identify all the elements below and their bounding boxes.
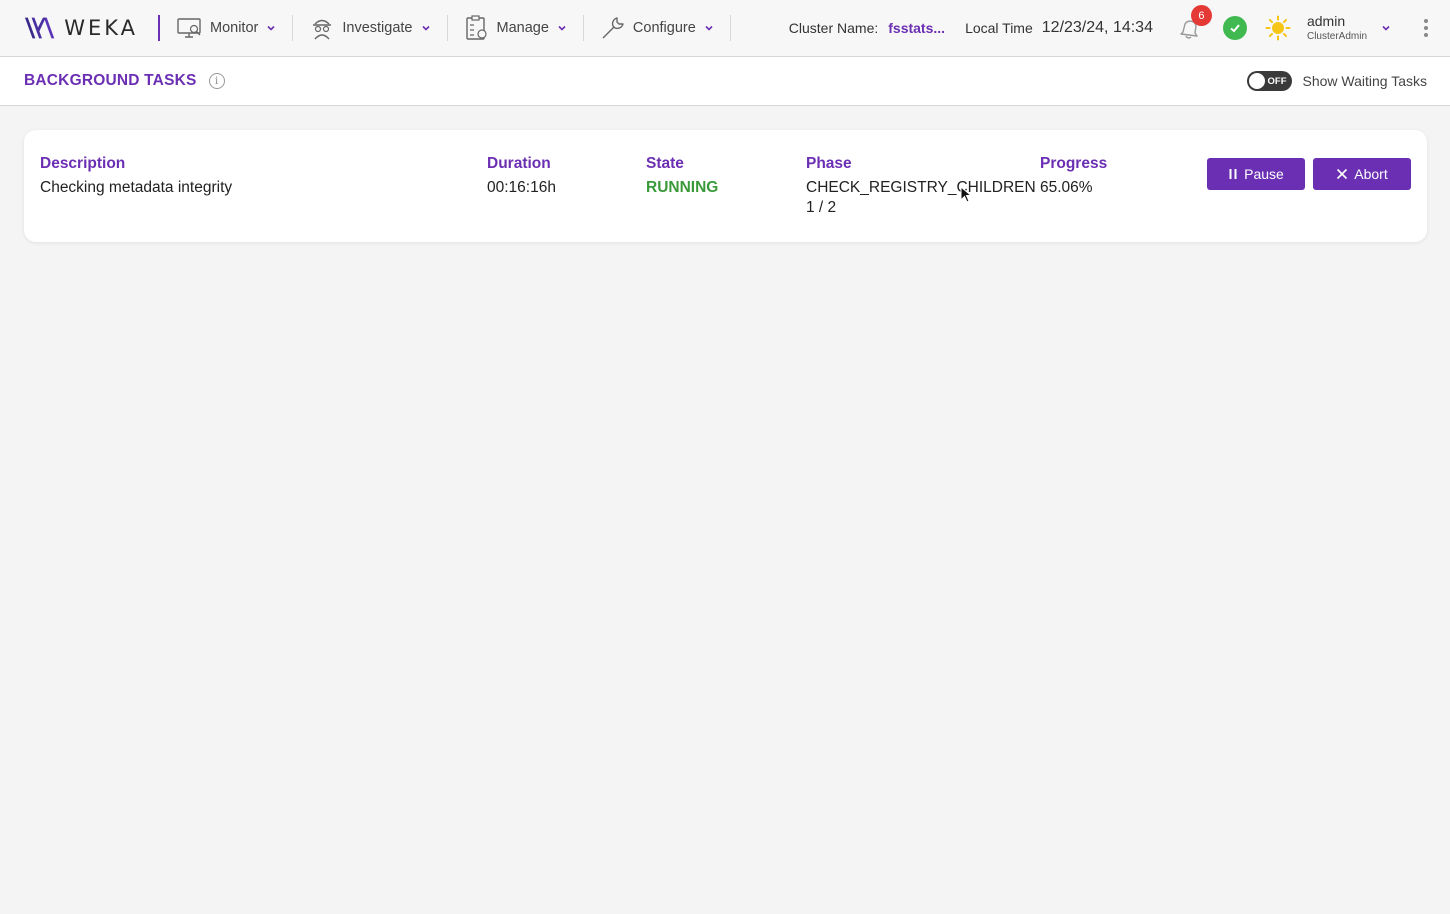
- task-duration: 00:16:16h: [487, 179, 556, 196]
- logo-text: WEKA: [64, 16, 138, 40]
- progress-column: Progress 65.06%: [1040, 155, 1107, 198]
- close-icon: [1336, 168, 1348, 180]
- abort-label: Abort: [1354, 166, 1388, 182]
- notifications-button[interactable]: 6: [1176, 5, 1212, 41]
- user-role: ClusterAdmin: [1306, 31, 1368, 43]
- toggle-state: OFF: [1267, 75, 1287, 87]
- local-time: Local Time 12/23/24, 14:34: [965, 19, 1153, 37]
- notification-badge: 6: [1190, 5, 1212, 26]
- task-progress: 65.06%: [1040, 179, 1093, 196]
- task-state: RUNNING: [646, 179, 719, 196]
- page-title: BACKGROUND TASKS: [24, 72, 197, 89]
- pause-button[interactable]: Pause: [1207, 158, 1305, 190]
- abort-button[interactable]: Abort: [1313, 158, 1411, 190]
- mouse-cursor-icon: [960, 186, 972, 203]
- description-column: Description Checking metadata integrity: [40, 155, 232, 198]
- info-icon[interactable]: i: [208, 73, 225, 89]
- nav-monitor-label: Monitor: [210, 20, 259, 36]
- wrench-icon: [600, 15, 626, 41]
- description-header: Description: [40, 155, 126, 172]
- cluster-label: Cluster Name:: [788, 20, 879, 36]
- duration-column: Duration 00:16:16h: [487, 155, 556, 198]
- task-card: Description Checking metadata integrity …: [24, 130, 1427, 242]
- nav-monitor[interactable]: Monitor: [161, 0, 292, 56]
- waiting-tasks-toggle-group: OFF Show Waiting Tasks: [1246, 71, 1428, 91]
- cluster-name[interactable]: fsstats...: [888, 20, 945, 36]
- monitor-icon: [177, 15, 203, 41]
- more-options-icon[interactable]: [1416, 15, 1436, 41]
- state-column: State RUNNING: [646, 155, 718, 198]
- toggle-knob: [1248, 73, 1265, 89]
- pause-icon: [1228, 168, 1238, 180]
- chevron-down-icon[interactable]: [1381, 23, 1391, 33]
- task-phase: CHECK_REGISTRY_CHILDREN: [806, 179, 1036, 196]
- chevron-down-icon: [558, 25, 566, 31]
- nav-divider: [729, 15, 731, 41]
- nav-manage-label: Manage: [496, 20, 549, 36]
- status-ok-icon[interactable]: [1222, 16, 1247, 40]
- waiting-tasks-toggle[interactable]: OFF: [1246, 71, 1292, 91]
- local-time-value: 12/23/24, 14:34: [1041, 19, 1153, 36]
- page-header: BACKGROUND TASKS i OFF Show Waiting Task…: [0, 57, 1450, 106]
- task-phase-step: 1 / 2: [806, 199, 837, 216]
- weka-logo-icon: [24, 17, 55, 39]
- duration-header: Duration: [487, 155, 551, 172]
- nav-investigate-label: Investigate: [342, 20, 413, 36]
- nav-configure-label: Configure: [632, 20, 696, 36]
- pause-label: Pause: [1244, 166, 1284, 182]
- nav-investigate[interactable]: Investigate: [293, 0, 446, 56]
- user-menu[interactable]: admin ClusterAdmin: [1306, 12, 1368, 43]
- phase-header: Phase: [806, 155, 852, 172]
- chevron-down-icon: [267, 25, 275, 31]
- top-bar: WEKA Monitor Investigate Manage Configur…: [0, 0, 1450, 57]
- nav-configure[interactable]: Configure: [584, 0, 730, 56]
- manage-icon: [464, 15, 490, 41]
- nav-manage[interactable]: Manage: [448, 0, 583, 56]
- local-time-label: Local Time: [965, 20, 1033, 36]
- user-name: admin: [1306, 12, 1346, 29]
- progress-header: Progress: [1040, 155, 1108, 172]
- task-description: Checking metadata integrity: [40, 179, 233, 196]
- investigate-icon: [309, 15, 335, 41]
- chevron-down-icon: [421, 25, 430, 31]
- sun-icon[interactable]: [1265, 15, 1291, 41]
- toggle-label: Show Waiting Tasks: [1302, 73, 1428, 89]
- cluster-info: Cluster Name: fsstats...: [789, 20, 945, 36]
- logo-divider: [158, 15, 160, 41]
- chevron-down-icon: [705, 25, 713, 31]
- state-header: State: [646, 155, 684, 172]
- weka-logo[interactable]: WEKA: [24, 15, 138, 41]
- main-nav: Monitor Investigate Manage Configure: [161, 0, 731, 56]
- phase-column: Phase CHECK_REGISTRY_CHILDREN 1 / 2: [806, 155, 1036, 218]
